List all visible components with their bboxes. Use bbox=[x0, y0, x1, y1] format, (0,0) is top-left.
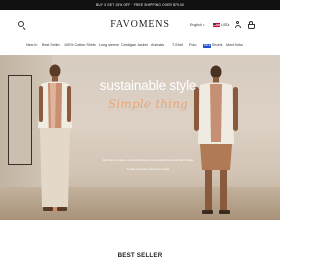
search-icon[interactable] bbox=[18, 21, 27, 30]
hero-door-frame bbox=[8, 75, 32, 165]
promo-bar: BUY 3 GET 15% OFF · FREE SHIPPING OVER $… bbox=[0, 0, 280, 10]
nav-item-more-links[interactable]: More links bbox=[226, 40, 243, 51]
cart-icon[interactable] bbox=[247, 21, 255, 29]
nav-item-polo[interactable]: Polo bbox=[189, 40, 196, 51]
nav-item-tshirt[interactable]: T-Shirt bbox=[172, 40, 183, 51]
nav-item-long-sleeve[interactable]: Long sleeve bbox=[99, 40, 119, 51]
nav-item-animals[interactable]: Animals bbox=[151, 40, 164, 51]
nav-item-best-seller[interactable]: Best Seller bbox=[42, 40, 60, 51]
nav-item-cotton-shirts[interactable]: 100% Cotton Shirts bbox=[64, 40, 96, 51]
hero-tagline: We want to reduce unconscious fine & nec… bbox=[102, 158, 194, 162]
nav-item-new-in[interactable]: New In bbox=[26, 40, 37, 51]
chevron-down-icon: ▾ bbox=[203, 23, 205, 27]
site-logo[interactable]: FAVOMENS bbox=[110, 19, 170, 31]
us-flag-icon[interactable] bbox=[213, 22, 220, 28]
nav-item-cardigan-jacket[interactable]: Cardigan Jacket bbox=[121, 40, 148, 51]
nav-item-shorts[interactable]: SALEShorts bbox=[203, 40, 223, 51]
chevron-down-icon: ▾ bbox=[228, 23, 230, 27]
hero-tagline-secondary: To take & brands and doing simple bbox=[126, 167, 170, 171]
model-left-image bbox=[38, 64, 72, 212]
account-icon[interactable] bbox=[234, 21, 241, 29]
hero-script-subtitle: Simple thing bbox=[107, 97, 189, 111]
promo-text: BUY 3 GET 15% OFF · FREE SHIPPING OVER $… bbox=[95, 3, 185, 7]
hero-headline: sustainable style bbox=[99, 78, 197, 93]
nav-item-shorts-label: Shorts bbox=[211, 43, 223, 47]
section-title-best-seller: BEST SELLER bbox=[117, 252, 163, 259]
main-nav: New In Best Seller 100% Cotton Shirts Lo… bbox=[0, 40, 280, 51]
hero-banner[interactable]: sustainable style Simple thing We want t… bbox=[0, 55, 280, 220]
site-header: FAVOMENS English ▾ USD ▾ bbox=[0, 10, 280, 40]
sale-badge: SALE bbox=[203, 43, 212, 48]
language-selector[interactable]: English bbox=[190, 23, 202, 27]
